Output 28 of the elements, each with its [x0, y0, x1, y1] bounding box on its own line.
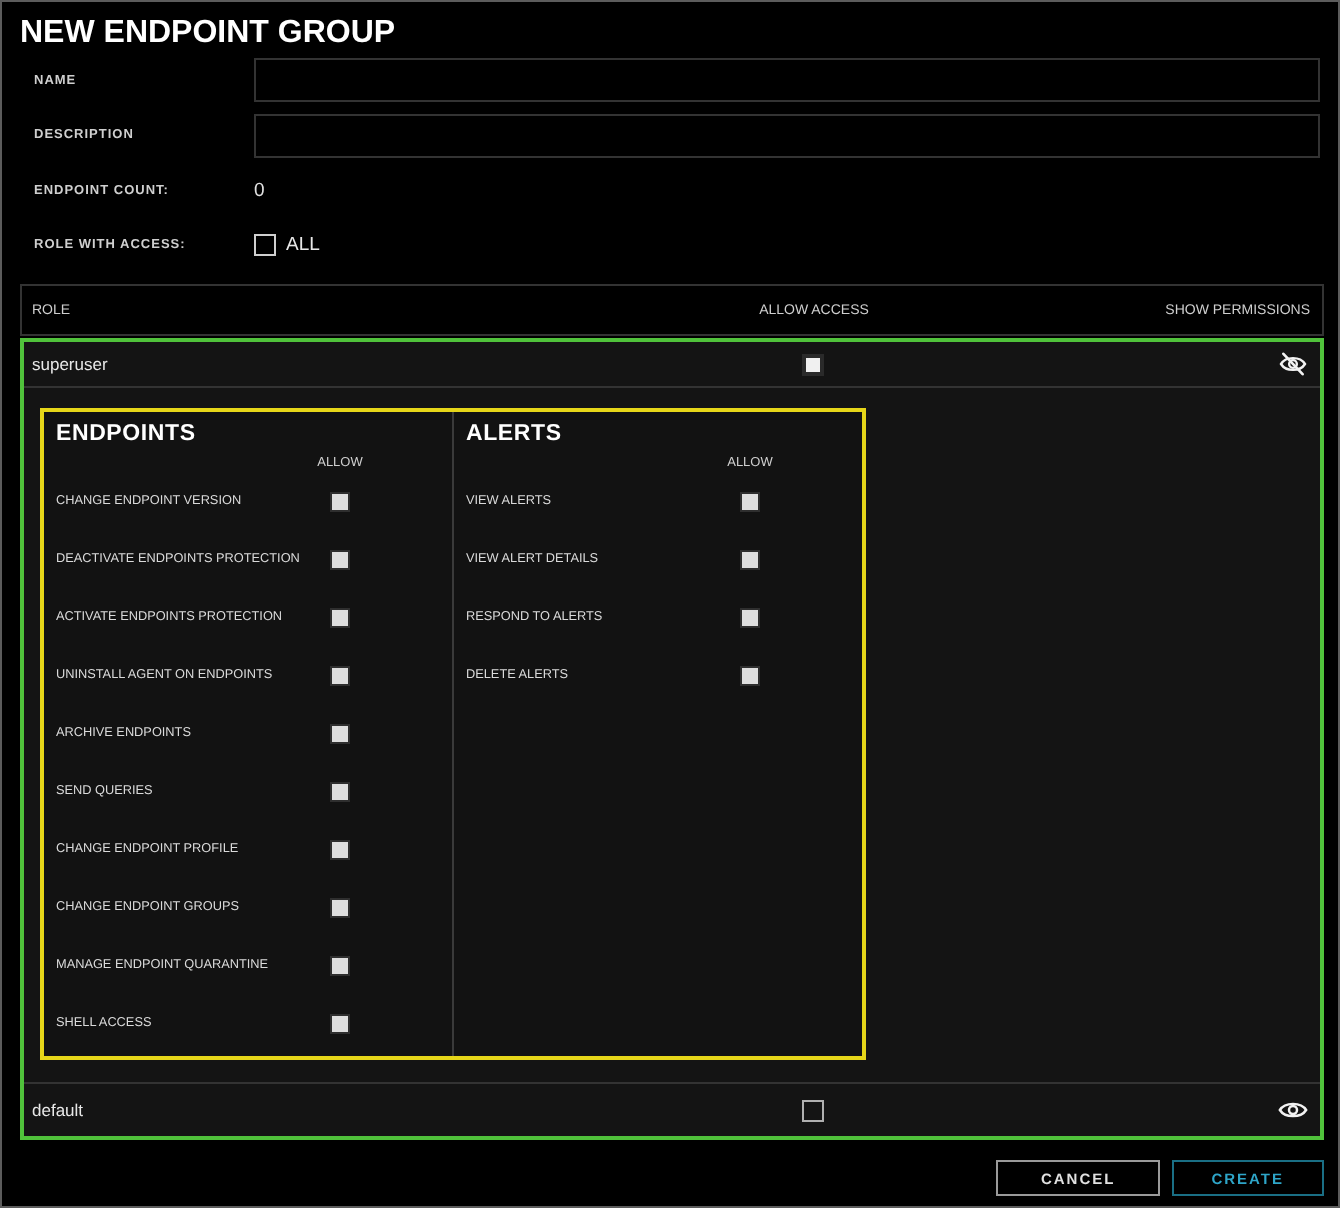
permission-checkbox[interactable]	[330, 839, 350, 859]
permission-checkbox[interactable]	[330, 955, 350, 975]
allow-access-checkbox[interactable]	[801, 353, 823, 375]
permission-checkbox[interactable]	[330, 491, 350, 511]
permission-checkbox[interactable]	[330, 665, 350, 685]
permission-checkbox[interactable]	[330, 549, 350, 569]
permission-group-title: ALERTS	[466, 420, 562, 448]
permission-checkbox[interactable]	[330, 897, 350, 917]
dialog-title: NEW ENDPOINT GROUP	[18, 14, 396, 54]
text-input-field[interactable]	[254, 113, 1320, 157]
field-value: 0	[254, 179, 265, 201]
eye-icon[interactable]	[1278, 1098, 1308, 1122]
checkbox-label: ALL	[286, 234, 320, 256]
permission-checkbox[interactable]	[740, 607, 760, 627]
permission-checkbox[interactable]	[740, 665, 760, 685]
role-name: superuser	[32, 354, 108, 374]
permission-checkbox[interactable]	[330, 607, 350, 627]
permission-checkbox[interactable]	[740, 549, 760, 569]
checkbox[interactable]	[254, 234, 276, 256]
permission-checkbox[interactable]	[330, 723, 350, 743]
text-input-field[interactable]	[254, 58, 1320, 102]
permission-group-title: ENDPOINTS	[56, 420, 196, 448]
eye-slash-icon[interactable]	[1278, 352, 1308, 376]
permission-checkbox[interactable]	[330, 781, 350, 801]
permission-checkbox[interactable]	[740, 491, 760, 511]
role-name: default	[32, 1100, 84, 1120]
permission-checkbox[interactable]	[330, 1013, 350, 1033]
allow-access-checkbox[interactable]	[801, 1099, 823, 1121]
